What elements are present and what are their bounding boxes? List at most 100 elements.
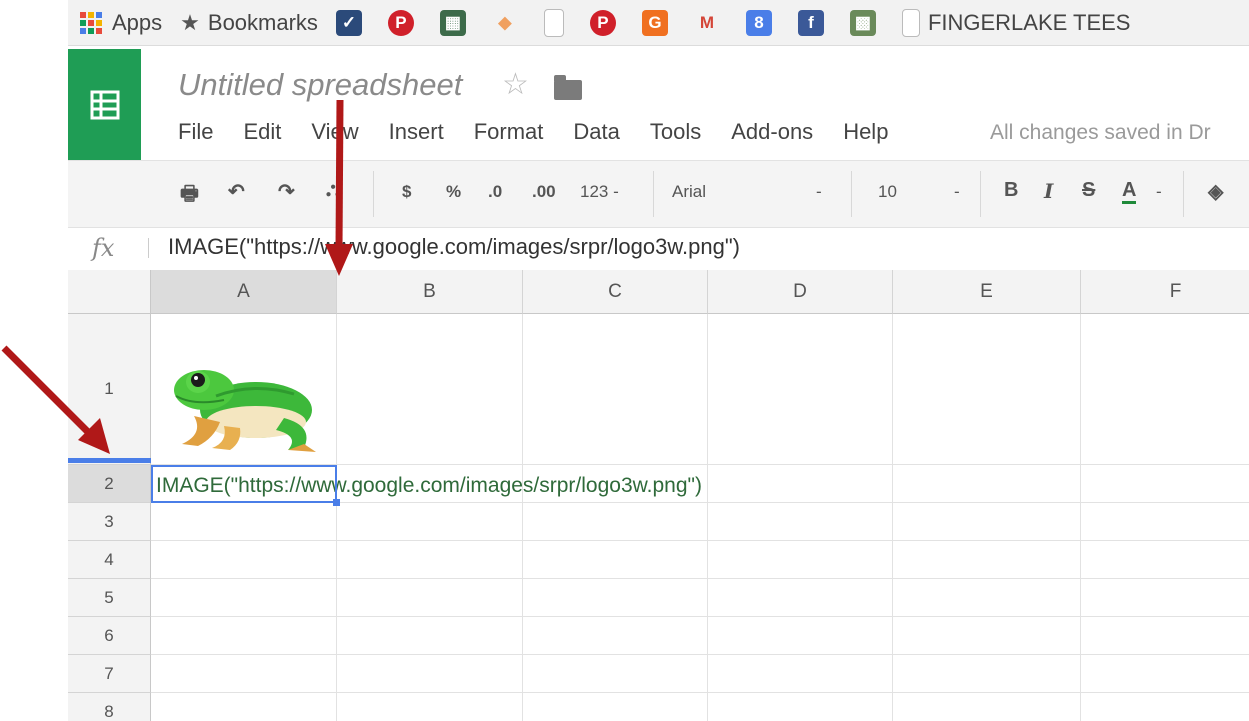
fx-icon: fx xyxy=(92,234,115,262)
gridline xyxy=(151,578,1249,579)
bookmark-fish[interactable]: ◆ xyxy=(492,0,526,46)
menu-format[interactable]: Format xyxy=(474,119,544,145)
star-icon: ★ xyxy=(180,9,200,35)
redo-icon[interactable]: ↷ xyxy=(278,179,295,204)
paint-format-icon[interactable]: ⛬ xyxy=(326,179,340,202)
formula-input[interactable]: IMAGE("https://www.google.com/images/srp… xyxy=(168,234,740,260)
gridline xyxy=(522,314,523,721)
bookmark-photo[interactable]: ▦ xyxy=(439,0,474,46)
page-icon xyxy=(543,8,564,37)
checklist-icon: ✓ xyxy=(335,9,362,36)
column-header-b[interactable]: B xyxy=(337,270,523,314)
menu-tools[interactable]: Tools xyxy=(650,119,701,145)
pinterest-icon: P xyxy=(589,9,616,36)
g-icon: G xyxy=(641,9,668,36)
bookmark-pinterest[interactable]: P xyxy=(387,0,422,46)
facebook-icon: f xyxy=(797,9,824,36)
bookmark-map[interactable]: ▩ xyxy=(849,0,884,46)
row-header-2[interactable]: 2 xyxy=(68,465,151,503)
map-icon: ▩ xyxy=(849,9,876,36)
gmail-icon: M xyxy=(699,12,715,32)
row-header-1[interactable]: 1 xyxy=(68,314,151,465)
column-header-f[interactable]: F xyxy=(1081,270,1249,314)
bookmark-bookmarks[interactable]: ★ Bookmarks xyxy=(180,0,318,46)
active-cell-outline[interactable] xyxy=(151,465,337,503)
column-header-a[interactable]: A xyxy=(151,270,337,314)
italic-button[interactable]: I xyxy=(1044,179,1053,203)
bookmark-g[interactable]: G xyxy=(641,0,676,46)
row-header-5[interactable]: 5 xyxy=(68,579,151,617)
menu-help[interactable]: Help xyxy=(843,119,888,145)
fill-handle[interactable] xyxy=(333,499,340,506)
bookmark-gmail[interactable]: M xyxy=(694,0,728,46)
menu-insert[interactable]: Insert xyxy=(389,119,444,145)
toolbar-divider xyxy=(980,171,981,217)
document-title[interactable]: Untitled spreadsheet xyxy=(178,67,462,103)
photo-icon: ▦ xyxy=(439,9,466,36)
toolbar-divider xyxy=(1183,171,1184,217)
star-icon[interactable]: ☆ xyxy=(502,67,529,102)
bookmark-google-plus[interactable]: 8 xyxy=(745,0,780,46)
formula-divider xyxy=(148,238,149,258)
print-icon[interactable]: 🖶 xyxy=(180,179,199,213)
spreadsheet-grid: A B C D E F 1 2 3 4 5 6 7 8 IMAGE("https… xyxy=(68,270,1249,721)
toolbar-divider xyxy=(851,171,852,217)
percent-button[interactable]: % xyxy=(446,182,461,202)
google-plus-icon: 8 xyxy=(745,9,772,36)
increase-decimal-button[interactable]: .00 xyxy=(532,182,556,202)
row-header-6[interactable]: 6 xyxy=(68,617,151,655)
column-header-e[interactable]: E xyxy=(893,270,1081,314)
toolbar: 🖶 ↶ ↷ ⛬ $ % .0 .00 123 - Arial - 10 - B … xyxy=(68,160,1249,228)
text-color-dropdown[interactable]: - xyxy=(1156,182,1162,202)
currency-button[interactable]: $ xyxy=(402,182,411,202)
sheets-logo-icon[interactable] xyxy=(68,49,141,160)
gridline xyxy=(336,314,337,721)
menu-edit[interactable]: Edit xyxy=(243,119,281,145)
column-header-d[interactable]: D xyxy=(708,270,893,314)
text-color-button[interactable]: A xyxy=(1122,179,1137,204)
bookmark-facebook[interactable]: f xyxy=(797,0,832,46)
menu-bar: File Edit View Insert Format Data Tools … xyxy=(178,119,918,145)
row-header-3[interactable]: 3 xyxy=(68,503,151,541)
bookmark-fingerlake-label: FINGERLAKE TEES xyxy=(927,9,1131,35)
fill-color-icon[interactable]: ◈ xyxy=(1208,179,1223,204)
menu-data[interactable]: Data xyxy=(573,119,619,145)
row-header-4[interactable]: 4 xyxy=(68,541,151,579)
bold-button[interactable]: B xyxy=(1004,179,1018,202)
font-size-dropdown[interactable]: 10 xyxy=(878,182,897,202)
bookmark-fingerlake[interactable]: FINGERLAKE TEES xyxy=(901,0,1131,46)
bookmark-apps[interactable]: Apps xyxy=(80,0,162,46)
column-header-c[interactable]: C xyxy=(523,270,708,314)
bookmark-page[interactable] xyxy=(543,0,572,46)
sheet-grid-icon xyxy=(90,90,119,119)
row-header-7[interactable]: 7 xyxy=(68,655,151,693)
bookmark-bookmarks-label: Bookmarks xyxy=(207,9,318,35)
bookmarks-bar: Apps ★ Bookmarks ✓ P ▦ ◆ P G M 8 f ▩ FIN… xyxy=(68,0,1249,46)
select-all-corner[interactable] xyxy=(68,270,151,314)
save-status[interactable]: All changes saved in Dr xyxy=(990,121,1211,145)
gridline xyxy=(892,314,893,721)
number-format-dropdown[interactable]: 123 - xyxy=(580,182,619,202)
gridline xyxy=(151,692,1249,693)
frog-image[interactable] xyxy=(164,356,320,456)
menu-file[interactable]: File xyxy=(178,119,213,145)
pinterest-icon: P xyxy=(387,9,414,36)
toolbar-divider xyxy=(373,171,374,217)
row-header-8[interactable]: 8 xyxy=(68,693,151,721)
menu-addons[interactable]: Add-ons xyxy=(731,119,813,145)
gridline xyxy=(707,314,708,721)
undo-icon[interactable]: ↶ xyxy=(228,179,245,204)
menu-view[interactable]: View xyxy=(311,119,358,145)
bookmark-checklist[interactable]: ✓ xyxy=(335,0,370,46)
bookmark-pinterest-2[interactable]: P xyxy=(589,0,624,46)
strikethrough-button[interactable]: S xyxy=(1082,179,1095,202)
folder-icon[interactable] xyxy=(554,75,582,100)
gridline xyxy=(151,616,1249,617)
font-dropdown-arrow[interactable]: - xyxy=(816,182,822,202)
apps-grid-icon xyxy=(80,11,102,34)
font-size-dropdown-arrow[interactable]: - xyxy=(954,182,960,202)
font-dropdown[interactable]: Arial xyxy=(672,182,706,202)
bookmark-apps-label: Apps xyxy=(112,9,163,35)
decrease-decimal-button[interactable]: .0 xyxy=(488,182,502,202)
sheets-header: Untitled spreadsheet ☆ File Edit View In… xyxy=(68,47,1249,160)
